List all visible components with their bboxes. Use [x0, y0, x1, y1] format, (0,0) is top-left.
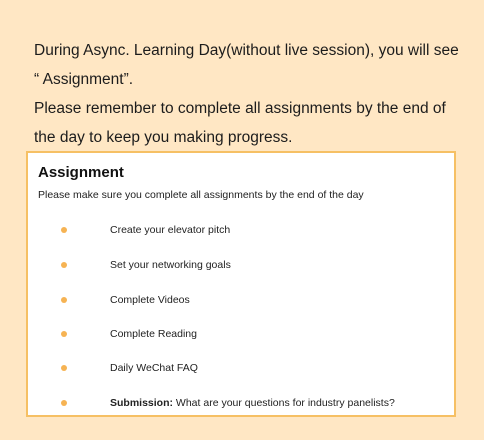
- intro-line-1: During Async. Learning Day(without live …: [34, 42, 459, 88]
- assignment-item-complete-reading[interactable]: Complete Reading: [28, 327, 454, 343]
- assignment-title: Assignment: [38, 164, 124, 181]
- bullet-icon: [61, 365, 67, 371]
- bullet-icon: [61, 400, 67, 406]
- assignment-item-elevator-pitch[interactable]: Create your elevator pitch: [28, 223, 454, 239]
- assignment-item-label[interactable]: Submission: What are your questions for …: [110, 396, 395, 410]
- assignment-card: Assignment Please make sure you complete…: [26, 151, 456, 417]
- assignment-item-submission[interactable]: Submission: What are your questions for …: [28, 396, 454, 412]
- bullet-icon: [61, 262, 67, 268]
- assignment-item-label[interactable]: Set your networking goals: [110, 258, 231, 272]
- submission-prefix: Submission:: [110, 397, 174, 409]
- bullet-icon: [61, 227, 67, 233]
- assignment-item-wechat-faq[interactable]: Daily WeChat FAQ: [28, 361, 454, 377]
- assignment-item-label[interactable]: Daily WeChat FAQ: [110, 361, 198, 375]
- bullet-icon: [61, 297, 67, 303]
- assignment-item-label[interactable]: Complete Reading: [110, 327, 197, 341]
- assignment-item-label[interactable]: Create your elevator pitch: [110, 223, 230, 237]
- bullet-icon: [61, 331, 67, 337]
- intro-text: During Async. Learning Day(without live …: [34, 36, 464, 152]
- assignment-subtitle: Please make sure you complete all assign…: [38, 189, 364, 201]
- submission-text: What are your questions for industry pan…: [173, 397, 395, 409]
- assignment-item-networking-goals[interactable]: Set your networking goals: [28, 258, 454, 274]
- intro-line-2: Please remember to complete all assignme…: [34, 100, 446, 146]
- assignment-item-complete-videos[interactable]: Complete Videos: [28, 293, 454, 309]
- assignment-item-label[interactable]: Complete Videos: [110, 293, 190, 307]
